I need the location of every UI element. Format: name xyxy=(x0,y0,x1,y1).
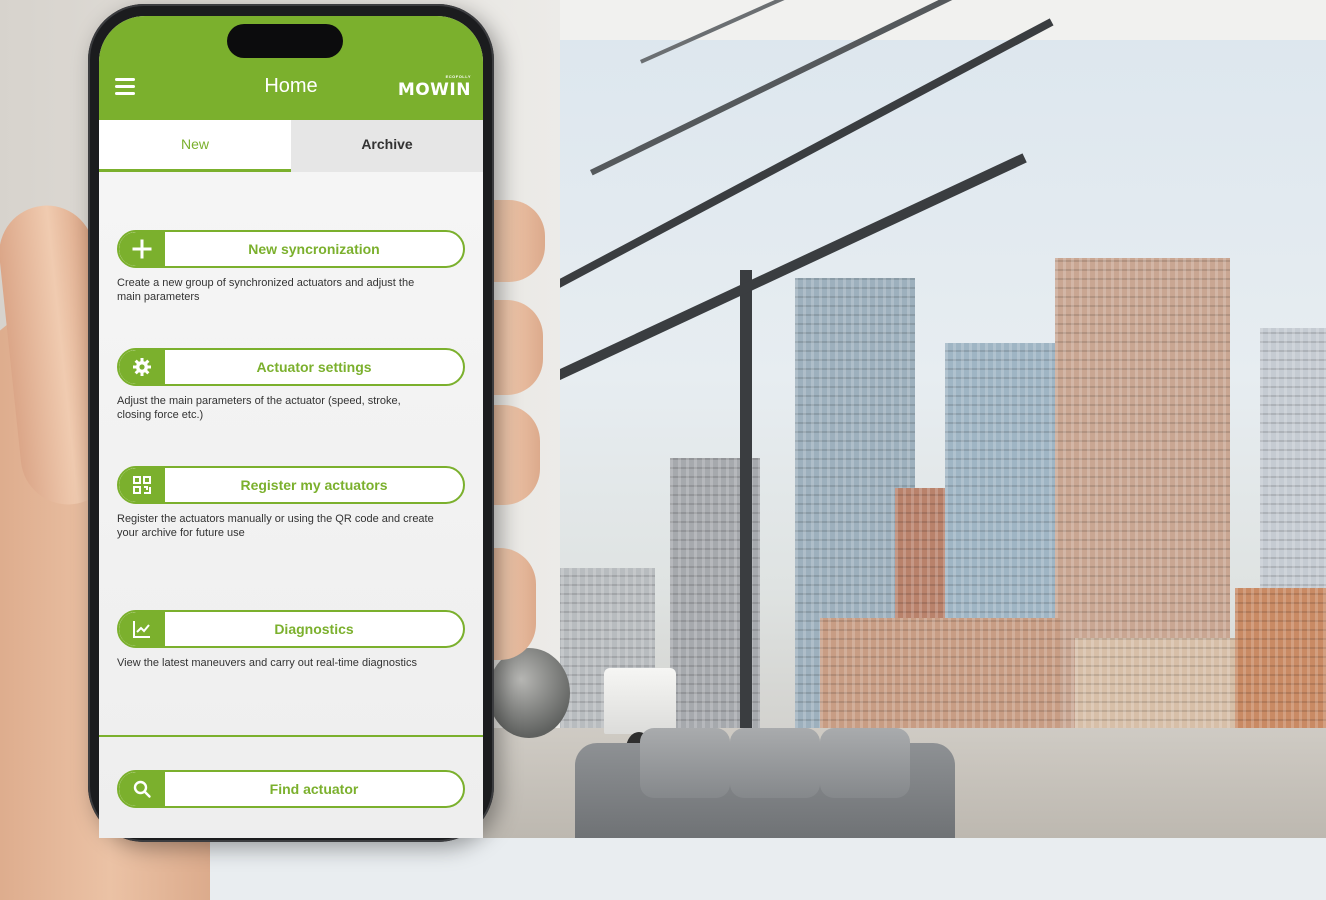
register-actuators-button[interactable]: Register my actuators xyxy=(117,466,465,504)
sofa-cushion xyxy=(730,728,820,798)
action-description: Create a new group of synchronized actua… xyxy=(117,277,415,303)
action-description: Register the actuators manually or using… xyxy=(117,513,434,539)
building xyxy=(1235,588,1326,748)
brand-logo: ECOFOLLY MOWIN xyxy=(398,74,471,100)
find-actuator-button[interactable]: Find actuator xyxy=(117,770,465,808)
action-label: Register my actuators xyxy=(240,477,388,493)
diagnostics-button[interactable]: Diagnostics xyxy=(117,610,465,648)
brand-logo-text: MOWIN xyxy=(397,80,471,100)
action-description: View the latest maneuvers and carry out … xyxy=(117,657,417,669)
action-description: Adjust the main parameters of the actuat… xyxy=(117,395,401,421)
actuator-settings-button[interactable]: Actuator settings xyxy=(117,348,465,386)
section-divider xyxy=(99,735,483,737)
lamp-shade xyxy=(604,668,676,734)
action-label: New syncronization xyxy=(248,241,380,257)
qr-code-icon xyxy=(119,468,165,502)
camera-notch xyxy=(227,24,343,58)
action-label: Diagnostics xyxy=(274,621,354,637)
phone-screen: Home ECOFOLLY MOWIN New Archive New sync… xyxy=(99,16,483,838)
tab-archive[interactable]: Archive xyxy=(291,120,483,172)
plus-icon xyxy=(119,232,165,266)
gear-icon xyxy=(119,350,165,384)
sofa-cushion xyxy=(820,728,910,798)
search-icon xyxy=(119,772,165,806)
action-label: Find actuator xyxy=(269,781,359,797)
chart-icon xyxy=(119,612,165,646)
tab-bar: New Archive xyxy=(99,120,483,172)
sofa-cushion xyxy=(640,728,730,798)
tab-new[interactable]: New xyxy=(99,120,291,172)
new-syncronization-button[interactable]: New syncronization xyxy=(117,230,465,268)
action-label: Actuator settings xyxy=(256,359,372,375)
vase xyxy=(488,648,570,738)
brand-small-text: ECOFOLLY xyxy=(445,74,471,79)
